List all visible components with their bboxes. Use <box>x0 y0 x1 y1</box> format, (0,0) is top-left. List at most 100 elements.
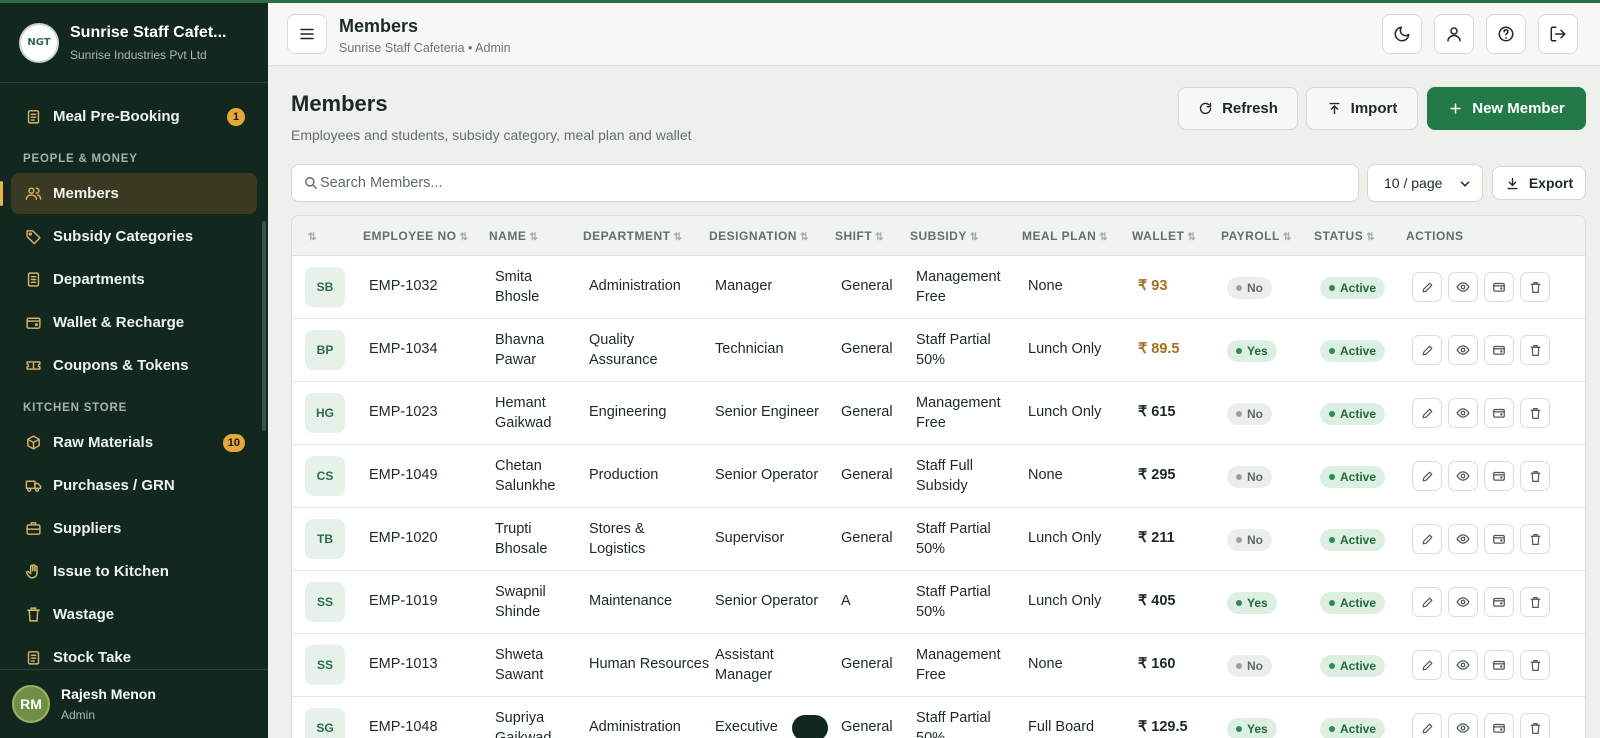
view-button[interactable] <box>1448 713 1478 738</box>
table-row[interactable]: SB EMP-1032 Smita Bhosle Administration Mana… <box>292 256 1585 319</box>
view-button[interactable] <box>1448 272 1478 302</box>
sidebar-item-label: Departments <box>53 271 145 288</box>
export-button[interactable]: Export <box>1492 166 1586 200</box>
wallet-button[interactable] <box>1484 524 1514 554</box>
table-row[interactable]: BP EMP-1034 Bhavna Pawar Quality Assurance T… <box>292 319 1585 382</box>
status-badge: Active <box>1320 403 1386 425</box>
count-badge: 1 <box>227 108 245 126</box>
page-size-select[interactable]: 10 / page <box>1367 164 1483 202</box>
edit-button[interactable] <box>1412 398 1442 428</box>
wallet-button[interactable] <box>1484 587 1514 617</box>
import-button[interactable]: Import <box>1306 87 1418 130</box>
status-badge: Active <box>1320 277 1386 299</box>
top-header: Members Sunrise Staff Cafeteria • Admin <box>268 3 1600 66</box>
shift: General <box>841 341 893 357</box>
view-button[interactable] <box>1448 524 1478 554</box>
new-member-button[interactable]: New Member <box>1427 87 1586 130</box>
logout-button[interactable] <box>1538 14 1578 54</box>
column-header-shift[interactable]: SHIFT ⇅ <box>835 229 884 243</box>
column-header-payroll[interactable]: PAYROLL ⇅ <box>1221 229 1292 243</box>
wallet-balance: ₹ 211 <box>1138 530 1175 546</box>
sidebar-item-coupons-tokens[interactable]: Coupons & Tokens <box>11 345 257 386</box>
profile-button[interactable] <box>1434 14 1474 54</box>
sidebar-item-departments[interactable]: Departments <box>11 259 257 300</box>
sidebar-item-issue-to-kitchen[interactable]: Issue to Kitchen <box>11 551 257 592</box>
employee-no: EMP-1049 <box>369 467 438 483</box>
delete-button[interactable] <box>1520 398 1550 428</box>
sidebar-item-subsidy-categories[interactable]: Subsidy Categories <box>11 216 257 257</box>
wallet-button[interactable] <box>1484 272 1514 302</box>
delete-button[interactable] <box>1520 587 1550 617</box>
view-button[interactable] <box>1448 461 1478 491</box>
designation: Senior Operator <box>715 467 819 483</box>
sidebar-item-wallet-recharge[interactable]: Wallet & Recharge <box>11 302 257 343</box>
meal-plan: Lunch Only <box>1028 341 1102 357</box>
sidebar-item-meal-pre-booking[interactable]: Meal Pre-Booking 1 <box>11 96 257 137</box>
wallet-button[interactable] <box>1484 650 1514 680</box>
payroll-badge: Yes <box>1227 592 1277 614</box>
wallet-button[interactable] <box>1484 713 1514 738</box>
view-button[interactable] <box>1448 335 1478 365</box>
sidebar-item-purchases-grn[interactable]: Purchases / GRN <box>11 465 257 506</box>
edit-button[interactable] <box>1412 272 1442 302</box>
theme-toggle-button[interactable] <box>1382 14 1422 54</box>
meal-plan: Lunch Only <box>1028 593 1102 609</box>
delete-button[interactable] <box>1520 650 1550 680</box>
sidebar-item-raw-materials[interactable]: Raw Materials 10 <box>11 422 257 463</box>
wallet-button[interactable] <box>1484 398 1514 428</box>
subsidy: Management Free <box>916 269 1001 305</box>
trash-icon <box>1529 596 1542 609</box>
view-button[interactable] <box>1448 398 1478 428</box>
column-header-designation[interactable]: DESIGNATION ⇅ <box>709 229 809 243</box>
sidebar-user[interactable]: RM Rajesh Menon Admin <box>0 669 268 738</box>
edit-button[interactable] <box>1412 713 1442 738</box>
subsidy: Management Free <box>916 395 1001 431</box>
status-badge: Active <box>1320 340 1386 362</box>
designation: Supervisor <box>715 530 785 546</box>
delete-button[interactable] <box>1520 461 1550 491</box>
sidebar-item-suppliers[interactable]: Suppliers <box>11 508 257 549</box>
column-header-wallet[interactable]: WALLET ⇅ <box>1132 229 1196 243</box>
delete-button[interactable] <box>1520 713 1550 738</box>
sidebar-item-wastage[interactable]: Wastage <box>11 594 257 635</box>
floating-handle[interactable] <box>792 715 828 738</box>
edit-button[interactable] <box>1412 587 1442 617</box>
table-row[interactable]: TB EMP-1020 Trupti Bhosale Stores & Logisti… <box>292 508 1585 571</box>
column-header-status[interactable]: STATUS ⇅ <box>1314 229 1375 243</box>
brand[interactable]: NGT Sunrise Staff Cafet... Sunrise Indus… <box>0 3 268 83</box>
column-header-department[interactable]: DEPARTMENT ⇅ <box>583 229 682 243</box>
column-header-name[interactable]: NAME ⇅ <box>489 229 538 243</box>
table-row[interactable]: CS EMP-1049 Chetan Salunkhe Production Senio… <box>292 445 1585 508</box>
search-input[interactable]: Search Members... <box>291 164 1359 202</box>
refresh-icon <box>1198 101 1213 116</box>
status-dot <box>1236 411 1242 417</box>
help-button[interactable] <box>1486 14 1526 54</box>
edit-button[interactable] <box>1412 461 1442 491</box>
view-button[interactable] <box>1448 587 1478 617</box>
edit-button[interactable] <box>1412 524 1442 554</box>
table-row[interactable]: SS EMP-1013 Shweta Sawant Human Resources As… <box>292 634 1585 697</box>
table-row[interactable]: SG EMP-1048 Supriya Gaikwad Administration E… <box>292 697 1585 738</box>
select-sort-header[interactable]: ⇅ <box>305 229 317 243</box>
refresh-button[interactable]: Refresh <box>1178 87 1298 130</box>
column-header-employee-no[interactable]: EMPLOYEE NO ⇅ <box>363 229 468 243</box>
menu-button[interactable] <box>287 14 327 54</box>
wallet-button[interactable] <box>1484 335 1514 365</box>
delete-button[interactable] <box>1520 272 1550 302</box>
member-initials: TB <box>305 519 345 559</box>
wallet-button[interactable] <box>1484 461 1514 491</box>
view-button[interactable] <box>1448 650 1478 680</box>
truck-icon <box>24 477 42 495</box>
edit-button[interactable] <box>1412 650 1442 680</box>
delete-button[interactable] <box>1520 524 1550 554</box>
wallet-icon <box>1492 469 1506 483</box>
edit-button[interactable] <box>1412 335 1442 365</box>
sidebar-scrollbar[interactable] <box>262 221 266 431</box>
delete-button[interactable] <box>1520 335 1550 365</box>
sidebar-item-members[interactable]: Members <box>0 173 257 214</box>
table-row[interactable]: SS EMP-1019 Swapnil Shinde Maintenance Senio… <box>292 571 1585 634</box>
table-row[interactable]: HG EMP-1023 Hemant Gaikwad Engineering Senio… <box>292 382 1585 445</box>
column-header-meal-plan[interactable]: MEAL PLAN ⇅ <box>1022 229 1108 243</box>
sidebar: NGT Sunrise Staff Cafet... Sunrise Indus… <box>0 3 268 738</box>
column-header-subsidy[interactable]: SUBSIDY ⇅ <box>910 229 979 243</box>
